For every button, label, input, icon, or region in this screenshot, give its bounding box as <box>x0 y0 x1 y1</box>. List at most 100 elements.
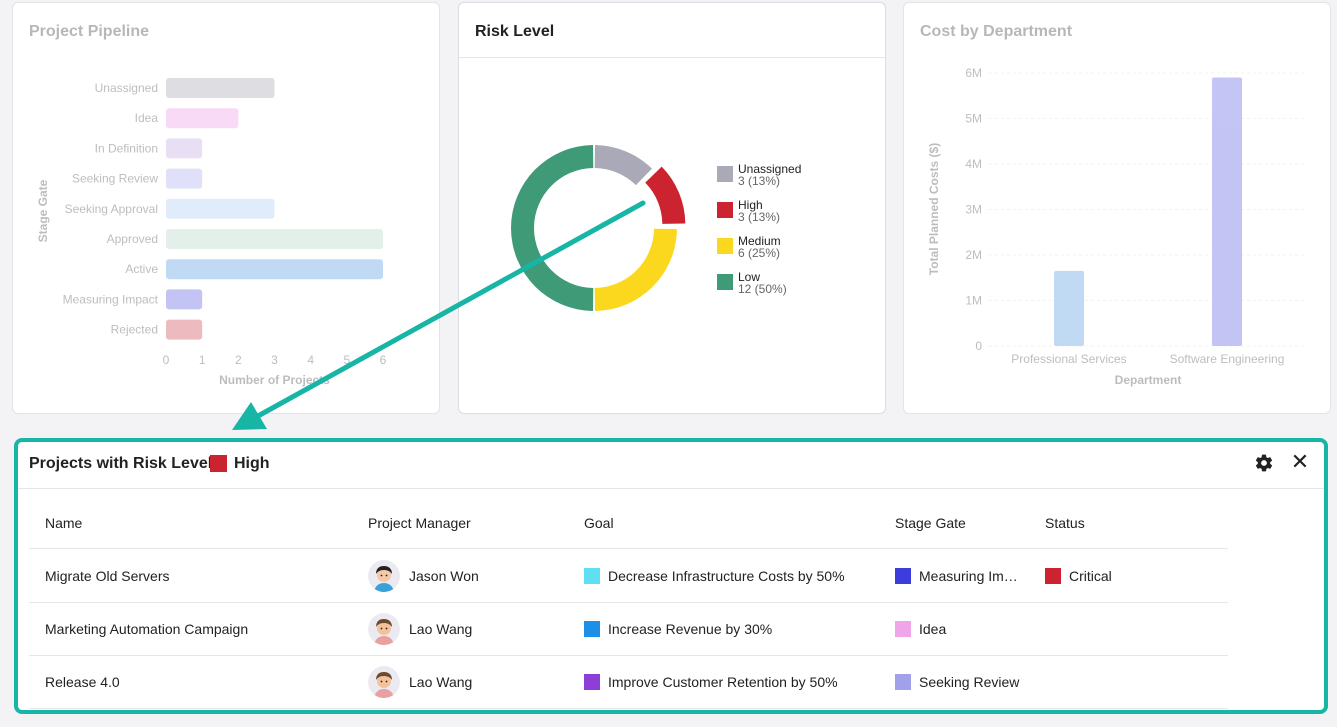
risk-level-card: Risk Level Unassigned 3 (13%) High 3 (13%) M… <box>458 2 886 414</box>
pipeline-category-label: Unassigned <box>95 81 158 95</box>
legend-item-low[interactable]: Low 12 (50%) <box>717 271 801 307</box>
pipeline-category-label: Seeking Approval <box>65 202 158 216</box>
pipeline-bar <box>166 229 383 249</box>
cost-x-tick: Software Engineering <box>1170 352 1285 366</box>
pipeline-category-label: Measuring Impact <box>63 292 159 306</box>
project-manager: Jason Won <box>368 550 479 602</box>
project-status: Critical <box>1045 550 1112 602</box>
close-icon[interactable]: ✕ <box>1290 451 1310 473</box>
panel-title: Projects with Risk Level: <box>29 455 218 472</box>
pipeline-category-label: Seeking Review <box>72 172 158 186</box>
pipeline-bar <box>166 259 383 280</box>
legend-swatch <box>717 166 733 182</box>
cost-by-department-card: Cost by Department 0 1M 2M 3M 4M 5M 6M Professi… <box>903 2 1331 414</box>
stage-label: Idea <box>919 621 947 637</box>
cost-y-tick: 4M <box>965 157 982 171</box>
pipeline-bar <box>166 138 203 159</box>
pipeline-y-axis-label: Stage Gate <box>36 179 50 242</box>
project-goal: Improve Customer Retention by 50% <box>584 656 838 708</box>
legend-count: 3 (13%) <box>738 210 781 224</box>
pipeline-category-label: Approved <box>107 232 158 246</box>
risk-slice-medium[interactable] <box>594 228 677 311</box>
pipeline-bar <box>166 289 203 310</box>
table-row[interactable]: Release 4.0 Lao Wang Improve Customer Rete… <box>29 656 1228 709</box>
pipeline-bar <box>166 198 275 219</box>
stage-swatch <box>895 674 911 691</box>
pipeline-category-label: Rejected <box>111 323 158 337</box>
goal-label: Increase Revenue by 30% <box>608 621 773 637</box>
column-project-manager[interactable]: Project Manager <box>368 515 471 531</box>
manager-name: Lao Wang <box>409 674 473 690</box>
legend-count: 12 (50%) <box>738 282 787 296</box>
cost-y-tick: 3M <box>965 203 982 217</box>
project-pipeline-card: Project Pipeline Unassigned Idea In Defini… <box>12 2 440 414</box>
legend-count: 3 (13%) <box>738 174 781 188</box>
pipeline-bar <box>166 168 203 189</box>
risk-slice-low[interactable] <box>511 145 594 311</box>
table-row[interactable]: Migrate Old Servers Jason Won Decrease Inf… <box>29 550 1228 603</box>
risk-slice-unassigned[interactable] <box>594 145 652 186</box>
pipeline-x-tick: 0 <box>163 353 170 367</box>
stage-label: Seeking Review <box>919 674 1020 690</box>
legend-swatch <box>717 202 733 218</box>
column-goal[interactable]: Goal <box>584 515 614 531</box>
avatar <box>368 613 400 646</box>
cost-y-tick: 2M <box>965 248 982 262</box>
goal-swatch <box>584 674 600 691</box>
risk-legend: Unassigned 3 (13%) High 3 (13%) Medium 6 (25%… <box>717 163 801 307</box>
project-goal: Increase Revenue by 30% <box>584 603 772 655</box>
project-name[interactable]: Release 4.0 <box>45 656 120 708</box>
project-goal: Decrease Infrastructure Costs by 50% <box>584 550 845 602</box>
cost-y-tick: 6M <box>965 66 982 80</box>
legend-swatch <box>717 274 733 290</box>
legend-item-unassigned[interactable]: Unassigned 3 (13%) <box>717 163 801 199</box>
pipeline-category-label: Idea <box>135 111 159 125</box>
status-label: Critical <box>1069 568 1112 584</box>
legend-item-medium[interactable]: Medium 6 (25%) <box>717 235 801 271</box>
project-manager: Lao Wang <box>368 656 472 708</box>
column-stage-gate[interactable]: Stage Gate <box>895 515 966 531</box>
manager-name: Lao Wang <box>409 621 473 637</box>
status-swatch <box>1045 568 1061 585</box>
legend-item-high[interactable]: High 3 (13%) <box>717 199 801 235</box>
table-row[interactable]: Marketing Automation Campaign Lao Wang Inc… <box>29 603 1228 656</box>
projects-risk-panel: Projects with Risk Level: High ✕ Name Pr… <box>14 438 1328 714</box>
goal-label: Decrease Infrastructure Costs by 50% <box>608 568 845 584</box>
legend-count: 6 (25%) <box>738 246 781 260</box>
manager-name: Jason Won <box>409 568 479 584</box>
pipeline-x-tick: 5 <box>343 353 350 367</box>
stage-label: Measuring Im… <box>919 568 1018 584</box>
pipeline-x-tick: 2 <box>235 353 242 367</box>
avatar <box>368 560 400 593</box>
cost-x-tick: Professional Services <box>1011 352 1126 366</box>
column-name[interactable]: Name <box>45 515 82 531</box>
risk-donut-chart[interactable] <box>459 3 709 414</box>
risk-level-value: High <box>234 455 270 472</box>
gear-icon[interactable] <box>1254 453 1274 473</box>
pipeline-x-tick: 6 <box>380 353 387 367</box>
pipeline-bar <box>166 78 275 98</box>
project-name[interactable]: Marketing Automation Campaign <box>45 603 248 655</box>
risk-slice-high[interactable] <box>645 166 686 224</box>
panel-header: Projects with Risk Level: High ✕ <box>18 442 1324 489</box>
legend-swatch <box>717 238 733 254</box>
column-status[interactable]: Status <box>1045 515 1085 531</box>
pipeline-x-tick: 4 <box>307 353 314 367</box>
stage-swatch <box>895 621 911 638</box>
cost-x-axis-label: Department <box>1115 373 1182 387</box>
pipeline-x-tick: 3 <box>271 353 278 367</box>
cost-bar <box>1212 77 1242 347</box>
cost-bar <box>1054 270 1084 346</box>
pipeline-category-label: In Definition <box>95 141 158 155</box>
risk-level-swatch <box>210 455 227 472</box>
pipeline-bar <box>166 108 239 129</box>
cost-y-tick: 1M <box>965 294 982 308</box>
project-name[interactable]: Migrate Old Servers <box>45 550 169 602</box>
project-stage-gate: Idea <box>895 603 1035 655</box>
pipeline-chart: Unassigned Idea In Definition Seeking Revie… <box>36 78 387 387</box>
avatar <box>368 666 400 699</box>
stage-swatch <box>895 568 911 585</box>
table-header: Name Project Manager Goal Stage Gate Sta… <box>29 490 1228 549</box>
pipeline-x-tick: 1 <box>199 353 206 367</box>
project-stage-gate: Measuring Im… <box>895 550 1035 602</box>
